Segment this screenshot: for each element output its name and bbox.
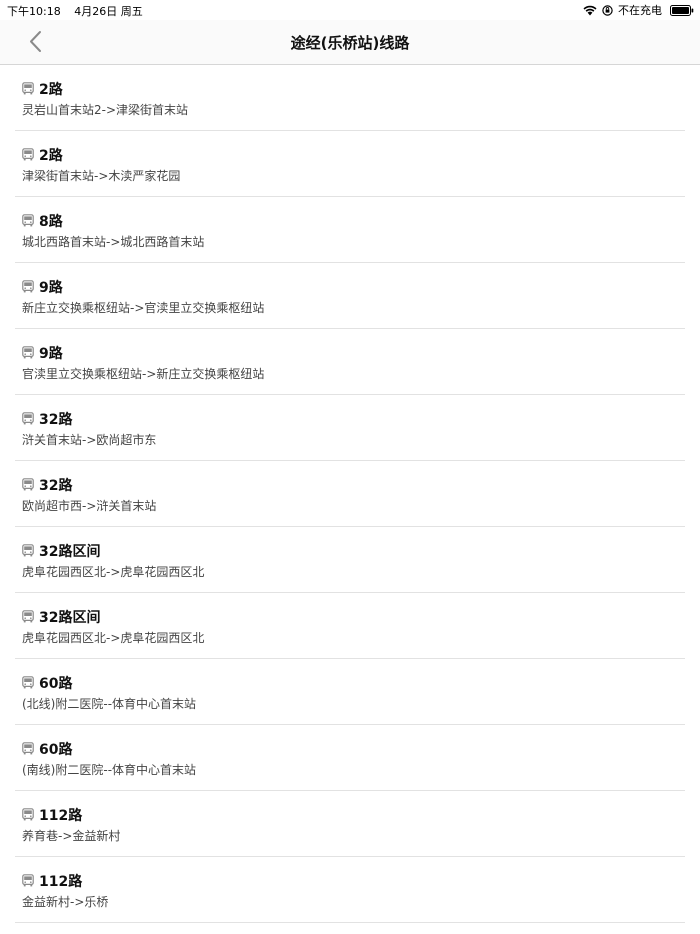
bus-icon	[22, 82, 34, 95]
nav-bar: 途经(乐桥站)线路	[0, 20, 700, 65]
route-name: 32路区间	[39, 544, 101, 560]
status-date: 4月26日 周五	[74, 5, 143, 18]
route-direction: 养育巷->金益新村	[22, 829, 121, 843]
route-name: 8路	[39, 214, 63, 230]
status-right: 不在充电	[583, 2, 694, 18]
route-direction: 官渎里立交换乘枢纽站->新庄立交换乘枢纽站	[22, 367, 265, 381]
route-direction: 新庄立交换乘枢纽站->官渎里立交换乘枢纽站	[22, 301, 265, 315]
list-item[interactable]: 60路 (南线)附二医院--体育中心首末站	[15, 725, 685, 791]
bus-icon	[22, 610, 34, 623]
charging-status: 不在充电	[618, 4, 662, 17]
list-item[interactable]: 60路 (北线)附二医院--体育中心首末站	[15, 659, 685, 725]
bus-icon	[22, 346, 34, 359]
route-direction: 虎阜花园西区北->虎阜花园西区北	[22, 565, 205, 579]
list-item[interactable]: 32路区间虎阜花园西区北->虎阜花园西区北	[15, 593, 685, 659]
route-direction: 虎阜花园西区北->虎阜花园西区北	[22, 631, 205, 645]
list-item[interactable]: 8路城北西路首末站->城北西路首末站	[15, 197, 685, 263]
bus-icon	[22, 214, 34, 227]
orientation-lock-icon	[602, 4, 613, 16]
status-time: 下午10:18	[7, 5, 61, 18]
bus-icon	[22, 280, 34, 293]
route-direction: (北线)附二医院--体育中心首末站	[22, 697, 197, 711]
route-name: 9路	[39, 346, 63, 362]
route-name: 112路	[39, 808, 83, 824]
status-bar: 下午10:18 4月26日 周五 不在充电	[0, 0, 700, 20]
list-item[interactable]: 9路官渎里立交换乘枢纽站->新庄立交换乘枢纽站	[15, 329, 685, 395]
route-list: 2路 灵岩山首末站2->津梁街首末站 2路 津梁街首末站->木渎严家花园 8路 城北西路首…	[15, 65, 685, 923]
route-name: 2路	[39, 148, 63, 164]
route-direction: 灵岩山首末站2->津梁街首末站	[22, 103, 189, 117]
bus-icon	[22, 544, 34, 557]
page-title: 途经(乐桥站)线路	[290, 34, 410, 52]
list-item[interactable]: 32路浒关首末站->欧尚超市东	[15, 395, 685, 461]
list-item[interactable]: 112路养育巷->金益新村	[15, 791, 685, 857]
bus-icon	[22, 478, 34, 491]
route-direction: 欧尚超市西->浒关首末站	[22, 499, 157, 513]
route-name: 32路	[39, 412, 73, 428]
route-name: 32路	[39, 478, 73, 494]
bus-icon	[22, 412, 34, 425]
list-item[interactable]: 112路金益新村->乐桥	[15, 857, 685, 923]
bus-icon	[22, 148, 34, 161]
route-direction: 津梁街首末站->木渎严家花园	[22, 169, 181, 183]
route-direction: 城北西路首末站->城北西路首末站	[22, 235, 205, 249]
status-left: 下午10:18 4月26日 周五	[7, 3, 153, 19]
bus-icon	[22, 676, 34, 689]
route-direction: 金益新村->乐桥	[22, 895, 109, 909]
list-item[interactable]: 32路欧尚超市西->浒关首末站	[15, 461, 685, 527]
route-name: 9路	[39, 280, 63, 296]
route-name: 32路区间	[39, 610, 101, 626]
bus-icon	[22, 874, 34, 887]
list-item[interactable]: 32路区间虎阜花园西区北->虎阜花园西区北	[15, 527, 685, 593]
route-name: 112路	[39, 874, 83, 890]
list-item[interactable]: 2路津梁街首末站->木渎严家花园	[15, 131, 685, 197]
list-item[interactable]: 9路新庄立交换乘枢纽站->官渎里立交换乘枢纽站	[15, 263, 685, 329]
bus-icon	[22, 742, 34, 755]
list-item[interactable]: 2路灵岩山首末站2->津梁街首末站	[15, 65, 685, 131]
route-name: 60路	[39, 676, 73, 692]
route-name: 60路	[39, 742, 73, 758]
route-name: 2路	[39, 82, 63, 98]
route-direction: 浒关首末站->欧尚超市东	[22, 433, 157, 447]
wifi-icon	[583, 5, 597, 15]
battery-icon	[670, 4, 694, 16]
route-direction: (南线)附二医院--体育中心首末站	[22, 763, 197, 777]
bus-icon	[22, 808, 34, 821]
